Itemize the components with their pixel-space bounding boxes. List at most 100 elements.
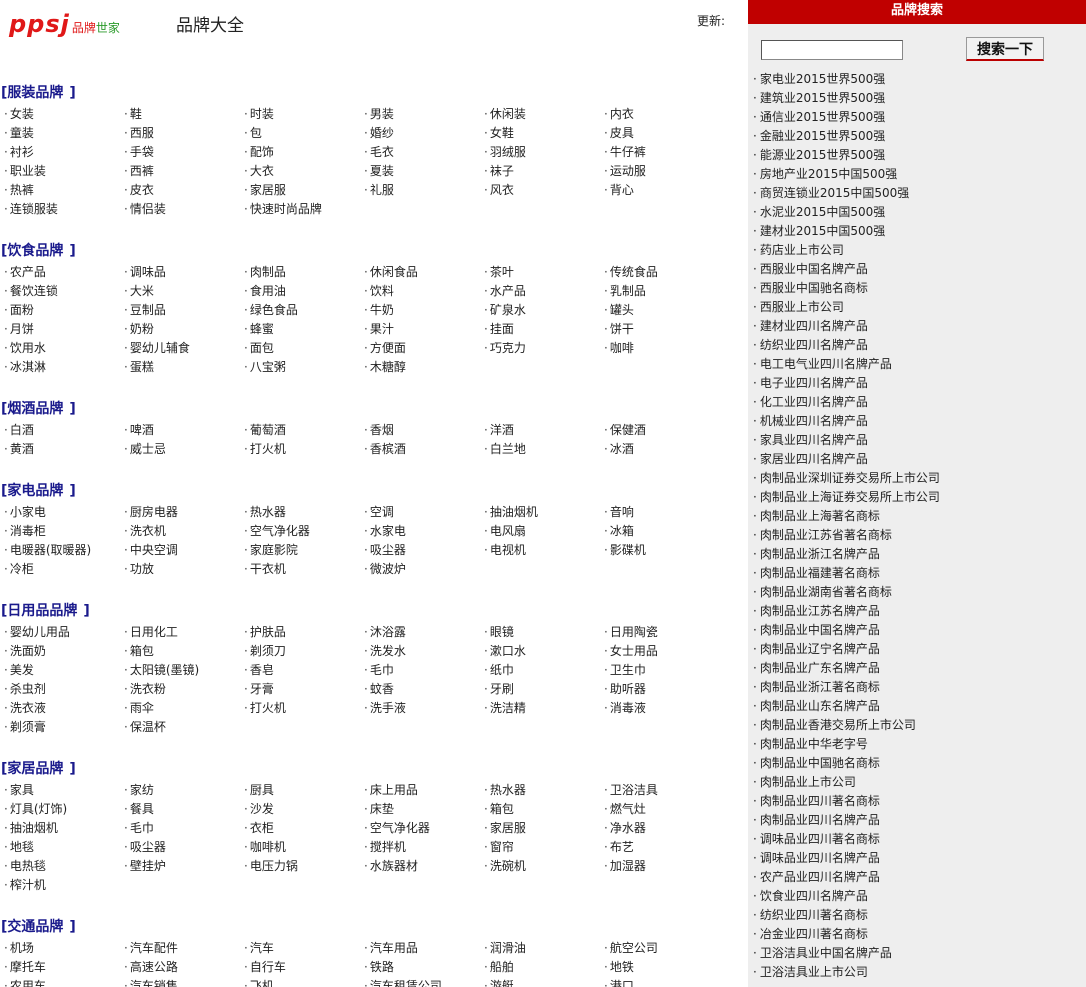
category-item-link[interactable]: · 电热毯 xyxy=(0,857,120,876)
category-item-link[interactable]: · 大米 xyxy=(120,282,240,301)
category-item-link[interactable]: · 沙发 xyxy=(240,800,360,819)
category-item-link[interactable]: · 汽车销售 xyxy=(120,977,240,987)
category-item-link[interactable]: · 背心 xyxy=(600,181,720,200)
category-item-link[interactable]: · 消毒液 xyxy=(600,699,720,718)
category-item-link[interactable]: · 袜子 xyxy=(480,162,600,181)
category-item-link[interactable]: · 日用陶瓷 xyxy=(600,623,720,642)
category-item-link[interactable]: · 毛巾 xyxy=(120,819,240,838)
category-item-link[interactable]: · 保健酒 xyxy=(600,421,720,440)
category-item-link[interactable]: · 灯具(灯饰) xyxy=(0,800,120,819)
category-item-link[interactable]: · 农用车 xyxy=(0,977,120,987)
category-item-link[interactable]: · 地铁 xyxy=(600,958,720,977)
category-item-link[interactable]: · 奶粉 xyxy=(120,320,240,339)
category-item-link[interactable]: · 包 xyxy=(240,124,360,143)
sidebar-ranking-link[interactable]: · 通信业2015世界500强 xyxy=(753,108,1083,127)
category-item-link[interactable]: · 皮衣 xyxy=(120,181,240,200)
category-item-link[interactable]: · 矿泉水 xyxy=(480,301,600,320)
category-item-link[interactable]: · 电视机 xyxy=(480,541,600,560)
category-item-link[interactable]: · 纸巾 xyxy=(480,661,600,680)
category-item-link[interactable]: · 男装 xyxy=(360,105,480,124)
category-item-link[interactable]: · 礼服 xyxy=(360,181,480,200)
sidebar-ranking-link[interactable]: · 肉制品业中华老字号 xyxy=(753,735,1083,754)
category-item-link[interactable]: · 乳制品 xyxy=(600,282,720,301)
category-item-link[interactable]: · 夏装 xyxy=(360,162,480,181)
category-item-link[interactable]: · 咖啡 xyxy=(600,339,720,358)
category-item-link[interactable]: · 高速公路 xyxy=(120,958,240,977)
category-item-link[interactable]: · 童装 xyxy=(0,124,120,143)
category-item-link[interactable]: · 搅拌机 xyxy=(360,838,480,857)
category-item-link[interactable]: · 毛巾 xyxy=(360,661,480,680)
category-item-link[interactable]: · 衬衫 xyxy=(0,143,120,162)
category-item-link[interactable]: · 洗手液 xyxy=(360,699,480,718)
category-item-link[interactable]: · 葡萄酒 xyxy=(240,421,360,440)
category-item-link[interactable]: · 功放 xyxy=(120,560,240,579)
category-item-link[interactable]: · 摩托车 xyxy=(0,958,120,977)
category-item-link[interactable]: · 面包 xyxy=(240,339,360,358)
category-item-link[interactable]: · 电风扇 xyxy=(480,522,600,541)
sidebar-ranking-link[interactable]: · 电工电气业四川名牌产品 xyxy=(753,355,1083,374)
category-item-link[interactable]: · 婴幼儿辅食 xyxy=(120,339,240,358)
category-heading[interactable]: [烟酒品牌] xyxy=(0,400,748,418)
category-item-link[interactable]: · 家纺 xyxy=(120,781,240,800)
category-heading[interactable]: [交通品牌] xyxy=(0,918,748,936)
category-item-link[interactable]: · 果汁 xyxy=(360,320,480,339)
category-item-link[interactable]: · 洗衣液 xyxy=(0,699,120,718)
sidebar-ranking-link[interactable]: · 肉制品业上海著名商标 xyxy=(753,507,1083,526)
category-item-link[interactable]: · 挂面 xyxy=(480,320,600,339)
sidebar-ranking-link[interactable]: · 肉制品业四川名牌产品 xyxy=(753,811,1083,830)
category-item-link[interactable]: · 润滑油 xyxy=(480,939,600,958)
category-item-link[interactable]: · 日用化工 xyxy=(120,623,240,642)
category-item-link[interactable]: · 洗衣粉 xyxy=(120,680,240,699)
category-item-link[interactable]: · 美发 xyxy=(0,661,120,680)
category-item-link[interactable]: · 餐具 xyxy=(120,800,240,819)
sidebar-ranking-link[interactable]: · 家电业2015世界500强 xyxy=(753,70,1083,89)
category-item-link[interactable]: · 连锁服装 xyxy=(0,200,120,219)
sidebar-ranking-link[interactable]: · 调味品业四川名牌产品 xyxy=(753,849,1083,868)
category-item-link[interactable]: · 洗发水 xyxy=(360,642,480,661)
category-item-link[interactable]: · 剃须膏 xyxy=(0,718,120,737)
category-item-link[interactable]: · 抽油烟机 xyxy=(480,503,600,522)
category-item-link[interactable]: · 黄酒 xyxy=(0,440,120,459)
category-item-link[interactable]: · 巧克力 xyxy=(480,339,600,358)
category-item-link[interactable]: · 木糖醇 xyxy=(360,358,480,377)
category-item-link[interactable]: · 自行车 xyxy=(240,958,360,977)
category-item-link[interactable]: · 燃气灶 xyxy=(600,800,720,819)
category-item-link[interactable]: · 热水器 xyxy=(480,781,600,800)
category-item-link[interactable]: · 传统食品 xyxy=(600,263,720,282)
sidebar-ranking-link[interactable]: · 西服业中国名牌产品 xyxy=(753,260,1083,279)
category-item-link[interactable]: · 空调 xyxy=(360,503,480,522)
category-item-link[interactable]: · 家具 xyxy=(0,781,120,800)
category-item-link[interactable]: · 蛋糕 xyxy=(120,358,240,377)
category-item-link[interactable]: · 洗洁精 xyxy=(480,699,600,718)
category-item-link[interactable]: · 食用油 xyxy=(240,282,360,301)
category-item-link[interactable]: · 西裤 xyxy=(120,162,240,181)
category-item-link[interactable]: · 游艇 xyxy=(480,977,600,987)
category-item-link[interactable]: · 豆制品 xyxy=(120,301,240,320)
sidebar-ranking-link[interactable]: · 肉制品业四川著名商标 xyxy=(753,792,1083,811)
category-heading[interactable]: [家电品牌] xyxy=(0,482,748,500)
category-item-link[interactable]: · 干衣机 xyxy=(240,560,360,579)
category-heading[interactable]: [饮食品牌] xyxy=(0,242,748,260)
category-item-link[interactable]: · 牙刷 xyxy=(480,680,600,699)
category-item-link[interactable]: · 洗碗机 xyxy=(480,857,600,876)
category-item-link[interactable]: · 箱包 xyxy=(480,800,600,819)
category-item-link[interactable]: · 壁挂炉 xyxy=(120,857,240,876)
category-item-link[interactable]: · 厨具 xyxy=(240,781,360,800)
category-item-link[interactable]: · 冰箱 xyxy=(600,522,720,541)
sidebar-ranking-link[interactable]: · 农产品业四川名牌产品 xyxy=(753,868,1083,887)
category-item-link[interactable]: · 中央空调 xyxy=(120,541,240,560)
category-item-link[interactable]: · 快速时尚品牌 xyxy=(240,200,360,219)
category-item-link[interactable]: · 机场 xyxy=(0,939,120,958)
category-item-link[interactable]: · 白兰地 xyxy=(480,440,600,459)
sidebar-ranking-link[interactable]: · 建筑业2015世界500强 xyxy=(753,89,1083,108)
category-heading[interactable]: [日用品品牌] xyxy=(0,602,748,620)
category-item-link[interactable]: · 蜂蜜 xyxy=(240,320,360,339)
category-item-link[interactable]: · 家居服 xyxy=(240,181,360,200)
category-item-link[interactable]: · 箱包 xyxy=(120,642,240,661)
category-item-link[interactable]: · 汽车租赁公司 xyxy=(360,977,480,987)
sidebar-ranking-link[interactable]: · 肉制品业浙江名牌产品 xyxy=(753,545,1083,564)
sidebar-ranking-link[interactable]: · 西服业中国驰名商标 xyxy=(753,279,1083,298)
category-item-link[interactable]: · 眼镜 xyxy=(480,623,600,642)
category-item-link[interactable]: · 牙膏 xyxy=(240,680,360,699)
category-item-link[interactable]: · 洋酒 xyxy=(480,421,600,440)
